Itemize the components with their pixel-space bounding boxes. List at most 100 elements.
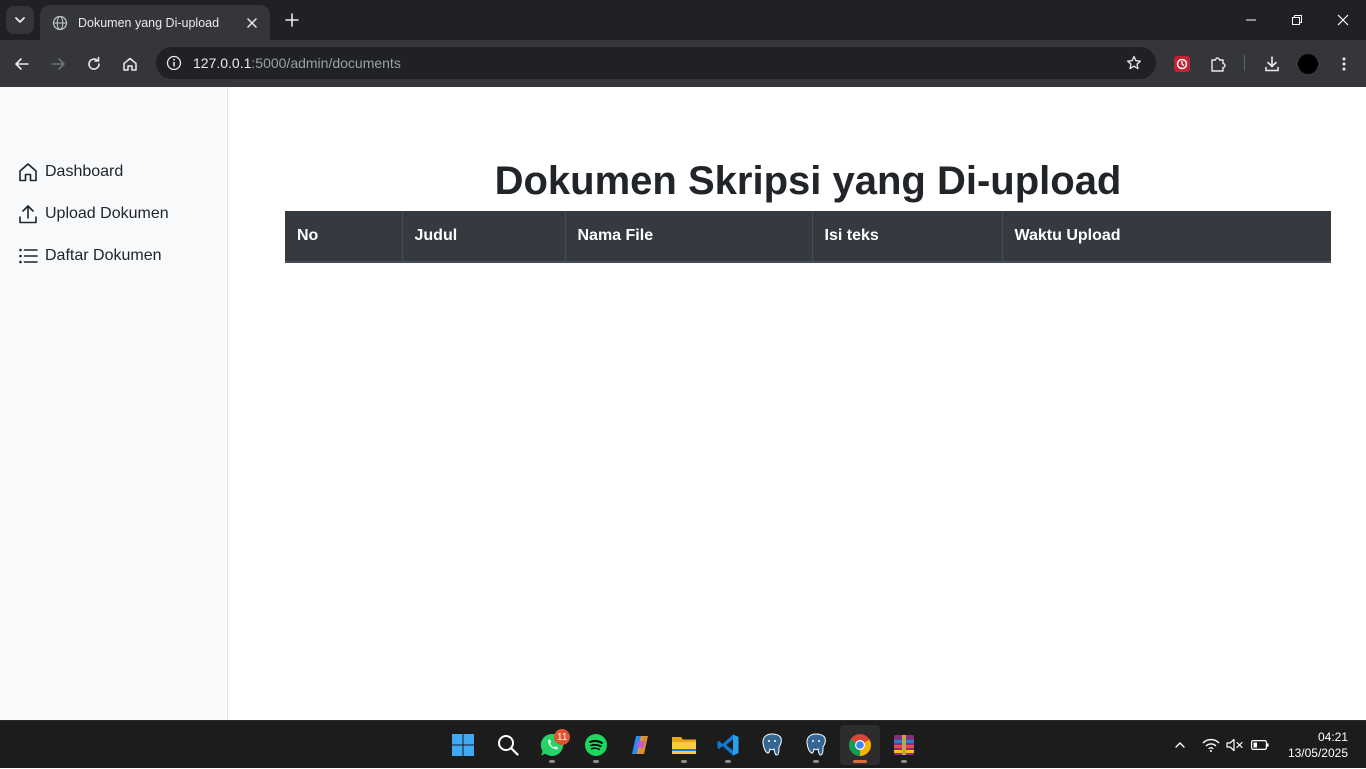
browser-tab-active[interactable]: Dokumen yang Di-upload [40, 5, 270, 40]
sidebar-item-label: Upload Dokumen [45, 205, 169, 222]
battery-icon [1251, 740, 1269, 751]
sidebar-item-upload[interactable]: Upload Dokumen [16, 193, 169, 235]
taskbar: 11 04:21 13/05/2025 [0, 720, 1366, 768]
browser-tabstrip: Dokumen yang Di-upload [0, 0, 1366, 40]
taskbar-app-copilot[interactable] [620, 725, 660, 765]
taskbar-app-whatsapp[interactable]: 11 [532, 725, 572, 765]
running-indicator [549, 760, 555, 763]
close-icon [1337, 14, 1349, 26]
wifi-icon [1202, 738, 1220, 752]
url-host: 127.0.0.1 [193, 55, 252, 71]
postgresql-icon [806, 733, 826, 756]
taskbar-app-chrome[interactable] [840, 725, 880, 765]
bookmark-star-icon[interactable] [1124, 53, 1144, 73]
more-vertical-icon [1342, 57, 1346, 71]
web-page: Dashboard Upload Dokumen Daftar Dokumen … [0, 87, 1366, 720]
list-icon [16, 244, 40, 268]
arrow-right-icon [51, 58, 65, 70]
clock-time: 04:21 [1317, 730, 1348, 744]
home-button[interactable] [116, 50, 144, 78]
column-header-nama-file: Nama File [565, 211, 813, 263]
new-tab-button[interactable] [280, 8, 304, 32]
home-icon [123, 57, 137, 71]
reload-icon [88, 56, 100, 70]
column-header-isi-teks: Isi teks [812, 211, 1003, 263]
upload-icon [16, 202, 40, 226]
toolbar-divider [1244, 55, 1245, 71]
running-indicator [681, 760, 687, 763]
search-icon [498, 735, 519, 756]
documents-table: No Judul Nama File Isi teks Waktu Upload [285, 211, 1331, 263]
forward-button[interactable] [44, 50, 72, 78]
show-hidden-icons-button[interactable] [1168, 721, 1192, 769]
sidebar: Dashboard Upload Dokumen Daftar Dokumen [0, 87, 228, 720]
running-indicator [853, 760, 867, 763]
taskbar-app-vscode[interactable] [708, 725, 748, 765]
extension-app-icon [1174, 56, 1190, 72]
puzzle-icon [1211, 57, 1226, 72]
taskbar-app-psql[interactable] [796, 725, 836, 765]
volume-status[interactable] [1224, 721, 1246, 769]
restore-button[interactable] [1274, 0, 1320, 40]
extension-button[interactable] [1168, 50, 1196, 78]
windows-start-icon [452, 734, 474, 756]
sidebar-item-label: Daftar Dokumen [45, 247, 162, 264]
close-window-button[interactable] [1320, 0, 1366, 40]
globe-icon [52, 15, 68, 31]
restore-icon [1292, 15, 1302, 25]
tab-title: Dokumen yang Di-upload [78, 15, 220, 30]
home-icon [16, 160, 40, 184]
copilot-icon [632, 736, 648, 754]
sidebar-item-label: Dashboard [45, 163, 124, 180]
site-info-icon[interactable] [158, 47, 190, 79]
address-bar[interactable]: 127.0.0.1:5000/admin/documents [156, 47, 1156, 79]
column-header-judul: Judul [402, 211, 566, 263]
profile-button[interactable] [1294, 50, 1322, 78]
close-tab-icon[interactable] [244, 15, 260, 31]
clock-date: 13/05/2025 [1287, 746, 1348, 760]
chevron-down-icon [15, 17, 25, 23]
browser-menu-button[interactable] [1330, 50, 1358, 78]
reload-button[interactable] [80, 50, 108, 78]
sidebar-item-document-list[interactable]: Daftar Dokumen [16, 235, 169, 277]
plus-icon [285, 13, 299, 27]
back-button[interactable] [8, 50, 36, 78]
arrow-left-icon [15, 58, 29, 70]
postgresql-icon [762, 733, 782, 756]
running-indicator [813, 760, 819, 763]
download-icon [1265, 56, 1279, 72]
chevron-up-icon [1175, 742, 1185, 748]
taskbar-app-file-explorer[interactable] [664, 725, 704, 765]
running-indicator [725, 760, 731, 763]
winrar-icon [894, 735, 914, 755]
wifi-status[interactable] [1200, 721, 1222, 769]
url-path: :5000/admin/documents [251, 55, 401, 71]
page-title: Dokumen Skripsi yang Di-upload [494, 159, 1122, 203]
taskbar-app-winrar[interactable] [884, 725, 924, 765]
battery-status[interactable] [1248, 721, 1272, 769]
sidebar-item-dashboard[interactable]: Dashboard [16, 151, 169, 193]
volume-muted-icon [1226, 738, 1243, 752]
running-indicator [901, 760, 907, 763]
notification-badge: 11 [554, 729, 571, 745]
extensions-menu-button[interactable] [1204, 50, 1232, 78]
running-indicator [593, 760, 599, 763]
taskbar-app-pgadmin[interactable] [752, 725, 792, 765]
table-header-row: No Judul Nama File Isi teks Waktu Upload [285, 211, 1331, 263]
url-text: 127.0.0.1:5000/admin/documents [193, 55, 401, 71]
minimize-button[interactable] [1228, 0, 1274, 40]
chrome-icon [849, 734, 871, 756]
avatar [1298, 54, 1318, 74]
taskbar-search-button[interactable] [488, 725, 528, 765]
vscode-icon [717, 734, 739, 756]
folder-icon [672, 737, 696, 754]
tab-search-button[interactable] [6, 6, 34, 34]
start-button[interactable] [443, 725, 483, 765]
taskbar-app-spotify[interactable] [576, 725, 616, 765]
column-header-no: No [285, 211, 403, 263]
downloads-button[interactable] [1258, 50, 1286, 78]
taskbar-clock[interactable]: 04:21 13/05/2025 [1288, 729, 1348, 761]
column-header-waktu-upload: Waktu Upload [1002, 211, 1331, 263]
spotify-icon [585, 734, 607, 756]
sidebar-nav: Dashboard Upload Dokumen Daftar Dokumen [16, 151, 169, 277]
